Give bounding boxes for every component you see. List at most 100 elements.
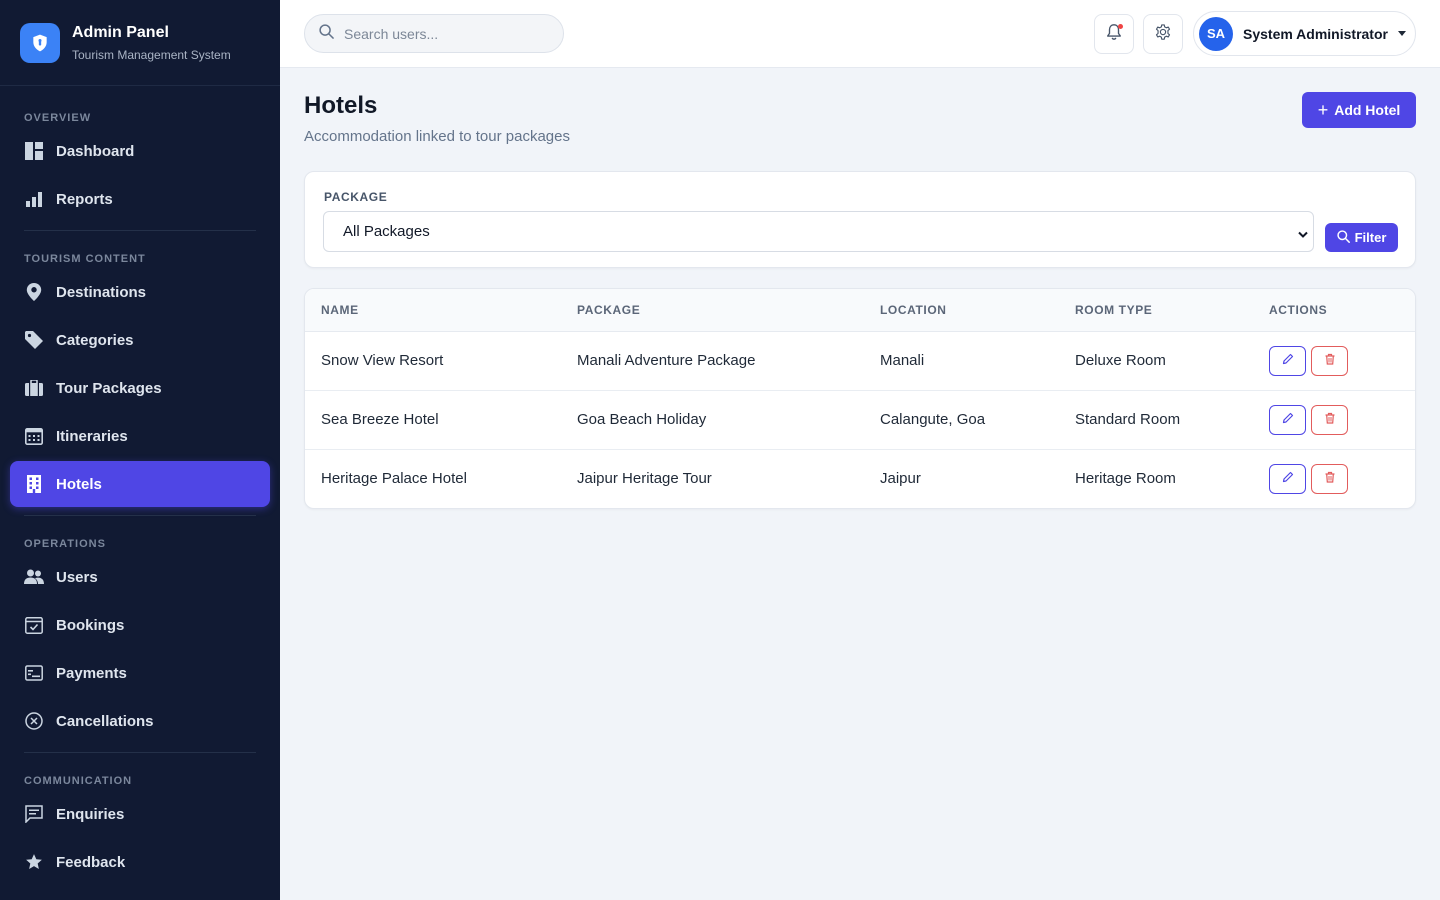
filter-button[interactable]: Filter [1325,223,1398,252]
bar-chart-icon [24,189,44,209]
user-name: System Administrator [1243,25,1388,42]
filter-button-label: Filter [1354,230,1387,245]
calendar-grid-icon [24,426,44,446]
pencil-icon [1282,470,1294,488]
star-icon [24,852,44,872]
section-label-tourism: TOURISM CONTENT [24,253,146,265]
notification-dot [1118,24,1123,29]
sidebar-item-categories[interactable]: Categories [10,317,270,363]
sidebar-item-label: Itineraries [56,427,128,445]
sidebar-item-label: Destinations [56,283,147,301]
sidebar-item-feedback[interactable]: Feedback [10,839,270,885]
page-subtitle: Accommodation linked to tour packages [304,128,570,145]
table-row: Heritage Palace Hotel Jaipur Heritage To… [305,450,1415,508]
tag-icon [24,330,44,350]
settings-button[interactable] [1143,14,1183,54]
sidebar-item-destinations[interactable]: Destinations [10,269,270,315]
user-menu[interactable]: SA System Administrator [1193,11,1416,56]
trash-icon [1324,470,1336,488]
card-icon [24,663,44,683]
cell-room-type: Heritage Room [1075,470,1176,487]
location-pin-icon [24,282,44,302]
shield-icon [20,22,60,63]
sidebar-item-label: Dashboard [56,142,135,160]
cell-package: Manali Adventure Package [577,352,756,369]
calendar-check-icon [24,615,44,635]
cell-room-type: Standard Room [1075,411,1181,428]
cancel-circle-icon [24,711,44,731]
package-select[interactable]: All Packages [323,211,1314,252]
building-icon [24,474,44,494]
page-title: Hotels [304,92,378,119]
sidebar-item-enquiries[interactable]: Enquiries [10,791,270,837]
column-header-package: PACKAGE [577,303,641,317]
caret-down-icon [1397,31,1406,36]
sidebar-item-hotels[interactable]: Hotels [10,461,270,507]
sidebar-item-itineraries[interactable]: Itineraries [10,413,270,459]
add-hotel-label: Add Hotel [1334,102,1401,118]
plus-icon: + [1317,100,1329,120]
brand-title: Admin Panel [72,23,169,41]
filter-card: PACKAGE All Packages Filter [304,171,1416,268]
search-box[interactable] [304,14,564,53]
trash-icon [1324,352,1336,370]
edit-button[interactable] [1269,464,1306,494]
cell-location: Jaipur [880,470,921,487]
dashboard-icon [24,141,44,161]
sidebar-item-label: Tour Packages [56,379,162,397]
topbar: SA System Administrator [280,0,1440,68]
search-input[interactable] [344,25,544,42]
sidebar-item-reports[interactable]: Reports [10,176,270,222]
brand: Admin Panel Tourism Management System [0,0,280,86]
column-header-actions: ACTIONS [1269,303,1328,317]
sidebar-item-label: Bookings [56,616,125,634]
sidebar-item-tour-packages[interactable]: Tour Packages [10,365,270,411]
table-header: NAME PACKAGE LOCATION ROOM TYPE ACTIONS [305,289,1415,332]
sidebar-item-label: Categories [56,331,134,349]
cell-name: Sea Breeze Hotel [321,411,439,428]
briefcase-icon [24,378,44,398]
package-filter-label: PACKAGE [324,190,388,204]
avatar: SA [1199,16,1233,51]
sidebar-item-label: Users [56,568,98,586]
column-header-room-type: ROOM TYPE [1075,303,1153,317]
users-icon [24,567,44,587]
sidebar: Admin Panel Tourism Management System OV… [0,0,280,900]
column-header-name: NAME [321,303,359,317]
hotels-table: NAME PACKAGE LOCATION ROOM TYPE ACTIONS … [304,288,1416,509]
pencil-icon [1282,352,1294,370]
add-hotel-button[interactable]: + Add Hotel [1302,92,1416,128]
sidebar-nav: OVERVIEW Dashboard Reports TOURISM CONTE… [0,86,280,885]
table-row: Sea Breeze Hotel Goa Beach Holiday Calan… [305,391,1415,450]
delete-button[interactable] [1311,464,1348,494]
section-label-operations: OPERATIONS [24,538,106,550]
sidebar-item-label: Cancellations [56,712,154,730]
edit-button[interactable] [1269,346,1306,376]
delete-button[interactable] [1311,405,1348,435]
table-row: Snow View Resort Manali Adventure Packag… [305,332,1415,391]
sidebar-item-payments[interactable]: Payments [10,650,270,696]
edit-button[interactable] [1269,405,1306,435]
cell-name: Snow View Resort [321,352,444,369]
sidebar-item-bookings[interactable]: Bookings [10,602,270,648]
sidebar-item-label: Feedback [56,853,126,871]
section-label-communication: COMMUNICATION [24,775,133,787]
cell-package: Jaipur Heritage Tour [577,470,712,487]
chevron-down-icon [1298,226,1308,238]
search-icon [319,23,334,44]
pencil-icon [1282,411,1294,429]
sidebar-item-label: Hotels [56,475,102,493]
sidebar-item-users[interactable]: Users [10,554,270,600]
delete-button[interactable] [1311,346,1348,376]
sidebar-item-label: Payments [56,664,127,682]
sidebar-item-cancellations[interactable]: Cancellations [10,698,270,744]
sidebar-item-dashboard[interactable]: Dashboard [10,128,270,174]
brand-subtitle: Tourism Management System [72,47,231,62]
cell-location: Manali [880,352,925,369]
sidebar-item-label: Enquiries [56,805,125,823]
notifications-button[interactable] [1094,14,1134,54]
message-icon [24,804,44,824]
divider [24,230,256,231]
gear-icon [1154,23,1172,46]
search-icon [1336,229,1355,246]
